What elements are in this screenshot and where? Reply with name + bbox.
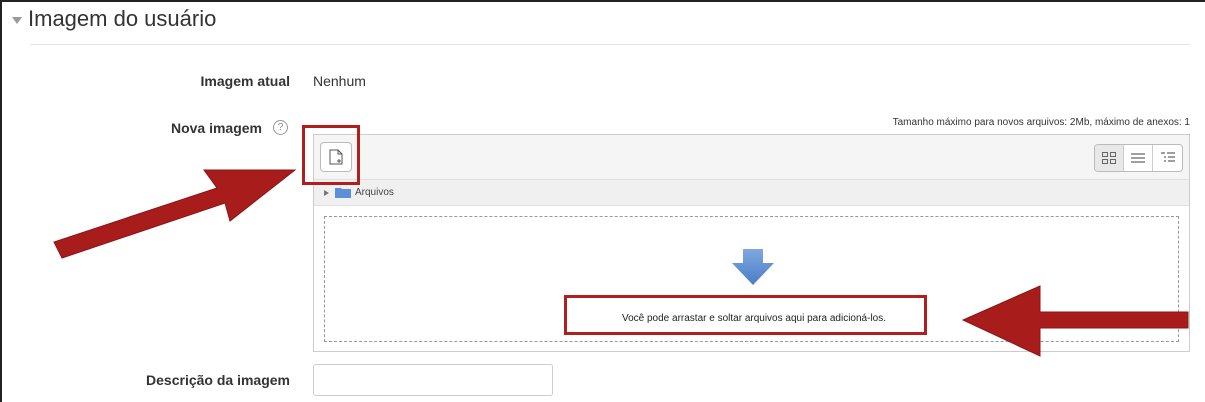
annotation-arrow-left-icon <box>53 169 297 259</box>
description-label: Descrição da imagem <box>146 372 290 388</box>
annotation-arrows <box>53 169 1189 357</box>
description-input[interactable] <box>313 364 553 396</box>
annotation-arrow-right-icon <box>961 285 1189 357</box>
